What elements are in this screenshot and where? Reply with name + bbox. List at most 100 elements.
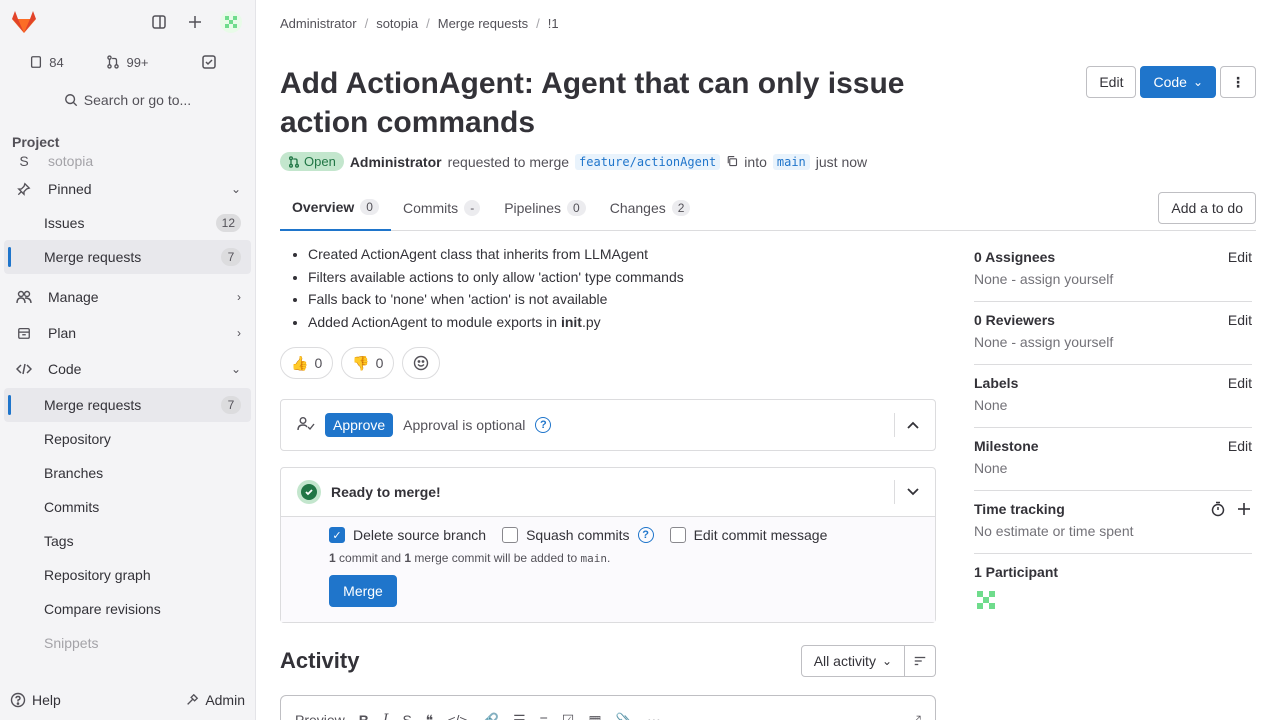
expand-button[interactable] <box>894 480 919 504</box>
sidebar-item-branches[interactable]: Branches <box>4 456 251 490</box>
sidebar-bottom: Help Admin <box>0 680 255 720</box>
activity-filter-dropdown[interactable]: All activity ⌄ <box>800 645 905 677</box>
admin-button[interactable]: Admin <box>185 692 245 708</box>
sidebar-item-compare-revisions[interactable]: Compare revisions <box>4 592 251 626</box>
tab-overview[interactable]: Overview 0 <box>280 185 391 231</box>
author-link[interactable]: Administrator <box>350 154 442 170</box>
reviewers-value[interactable]: None - assign yourself <box>974 334 1252 350</box>
source-branch[interactable]: feature/actionAgent <box>575 153 721 170</box>
sidebar-toggle-icon[interactable] <box>143 6 175 38</box>
stopwatch-icon[interactable] <box>1210 501 1226 517</box>
tab-pipelines[interactable]: Pipelines 0 <box>492 185 598 231</box>
edit-assignees-button[interactable]: Edit <box>1228 249 1252 265</box>
quote-icon[interactable]: ❝ <box>426 712 434 720</box>
edit-reviewers-button[interactable]: Edit <box>1228 312 1252 328</box>
breadcrumb: Administrator / sotopia / Merge requests… <box>280 0 1256 46</box>
approve-button[interactable]: Approve <box>325 413 394 437</box>
sidebar-item-commits[interactable]: Commits <box>4 490 251 524</box>
sidebar-item-label: Pinned <box>48 181 92 197</box>
count-badge: 12 <box>215 214 241 232</box>
gitlab-logo[interactable] <box>8 6 40 38</box>
numbered-list-icon[interactable]: ≡ <box>540 712 548 720</box>
merge-requests-count-button[interactable]: 99+ <box>89 48 166 76</box>
sidebar-item-repository[interactable]: Repository <box>4 422 251 456</box>
todos-button[interactable] <box>170 48 247 76</box>
code-icon[interactable]: </> <box>447 712 467 720</box>
sidebar-item-snippets[interactable]: Snippets <box>4 626 251 660</box>
more-formatting-icon[interactable]: ⋯ <box>647 712 661 720</box>
thumbs-down-button[interactable]: 👎 0 <box>341 347 395 379</box>
squash-commits-checkbox[interactable]: Squash commits ? <box>502 527 654 543</box>
strikethrough-icon[interactable]: S <box>402 712 411 720</box>
sidebar-item-pinned[interactable]: Pinned ⌄ <box>4 172 251 206</box>
add-todo-button[interactable]: Add a to do <box>1158 191 1256 224</box>
mr-tabs-row: Overview 0 Commits - Pipelines 0 Changes… <box>280 185 1256 231</box>
sidebar-item-merge-requests[interactable]: Merge requests 7 <box>4 388 251 422</box>
merge-button[interactable]: Merge <box>329 575 397 607</box>
edit-button[interactable]: Edit <box>1086 66 1137 98</box>
edit-labels-button[interactable]: Edit <box>1228 375 1252 391</box>
sidebar-nav: S sotopia Pinned ⌄ Issues 12 Merge reque… <box>0 150 255 660</box>
sidebar-item-issues[interactable]: Issues 12 <box>4 206 251 240</box>
breadcrumb-item[interactable]: sotopia <box>376 16 418 31</box>
assignees-section: 0 Assignees Edit None - assign yourself <box>974 239 1252 302</box>
attach-icon[interactable]: 📎 <box>616 712 633 720</box>
fullscreen-icon[interactable]: ⤢ <box>910 712 921 720</box>
table-icon[interactable]: ▦ <box>588 712 601 720</box>
edit-commit-message-checkbox[interactable]: Edit commit message <box>669 527 827 543</box>
time-tracking-title: Time tracking <box>974 501 1065 517</box>
thumbs-up-button[interactable]: 👍 0 <box>280 347 334 379</box>
collapse-button[interactable] <box>894 413 919 437</box>
target-branch[interactable]: main <box>772 153 810 170</box>
breadcrumb-separator: / <box>536 15 540 31</box>
italic-icon[interactable]: I <box>383 712 389 720</box>
bold-icon[interactable]: B <box>359 712 369 720</box>
chevron-right-icon: › <box>237 326 241 340</box>
tab-changes[interactable]: Changes 2 <box>598 185 703 231</box>
help-icon[interactable]: ? <box>535 417 552 433</box>
user-avatar-button[interactable] <box>215 6 247 38</box>
search-button[interactable]: Search or go to... <box>8 84 247 116</box>
breadcrumb-item[interactable]: Merge requests <box>438 16 528 31</box>
assignees-value[interactable]: None - assign yourself <box>974 271 1252 287</box>
breadcrumb-item[interactable]: !1 <box>548 16 559 31</box>
help-icon[interactable]: ? <box>637 527 654 543</box>
preview-tab[interactable]: Preview <box>295 712 345 720</box>
milestone-section: Milestone Edit None <box>974 428 1252 491</box>
issues-count-button[interactable]: 84 <box>8 48 85 76</box>
sidebar-item-plan[interactable]: Plan › <box>4 316 251 350</box>
breadcrumb-separator: / <box>426 15 430 31</box>
sidebar-item-tags[interactable]: Tags <box>4 524 251 558</box>
mr-description: Created ActionAgent class that inherits … <box>308 243 936 333</box>
time-tracking-section: Time tracking No estimate or time spent <box>974 491 1252 554</box>
sidebar-item-code[interactable]: Code ⌄ <box>4 352 251 386</box>
task-list-icon[interactable]: ☑ <box>562 712 575 720</box>
participant-avatar[interactable] <box>974 588 1252 615</box>
link-icon[interactable]: 🔗 <box>482 712 499 720</box>
merge-info-count: 1 <box>329 551 336 565</box>
add-reaction-button[interactable] <box>402 347 441 379</box>
status-text: Open <box>304 154 336 169</box>
sidebar-item-manage[interactable]: Manage › <box>4 280 251 314</box>
thumbs-up-count: 0 <box>314 355 323 371</box>
tab-commits[interactable]: Commits - <box>391 185 492 231</box>
copy-branch-icon[interactable] <box>726 154 738 170</box>
code-dropdown-button[interactable]: Code ⌄ <box>1140 66 1216 98</box>
bullet-list-icon[interactable]: ☰ <box>513 712 526 720</box>
create-new-icon[interactable] <box>179 6 211 38</box>
edit-milestone-button[interactable]: Edit <box>1228 438 1252 454</box>
merge-requests-count: 99+ <box>126 54 149 70</box>
breadcrumb-item[interactable]: Administrator <box>280 16 357 31</box>
sidebar-project-sotopia[interactable]: S sotopia <box>4 150 251 172</box>
user-avatar <box>220 11 242 33</box>
sidebar-item-repository-graph[interactable]: Repository graph <box>4 558 251 592</box>
more-actions-button[interactable]: ⋮ <box>1220 66 1256 98</box>
sort-direction-button[interactable] <box>905 645 936 677</box>
help-button[interactable]: Help <box>10 692 61 708</box>
activity-title: Activity <box>280 648 360 673</box>
milestone-title: Milestone <box>974 438 1039 454</box>
sidebar-item-merge-requests-pinned[interactable]: Merge requests 7 <box>4 240 251 274</box>
milestone-value: None <box>974 460 1008 476</box>
add-time-icon[interactable] <box>1236 501 1252 517</box>
delete-branch-checkbox[interactable]: ✓ Delete source branch <box>329 527 486 543</box>
